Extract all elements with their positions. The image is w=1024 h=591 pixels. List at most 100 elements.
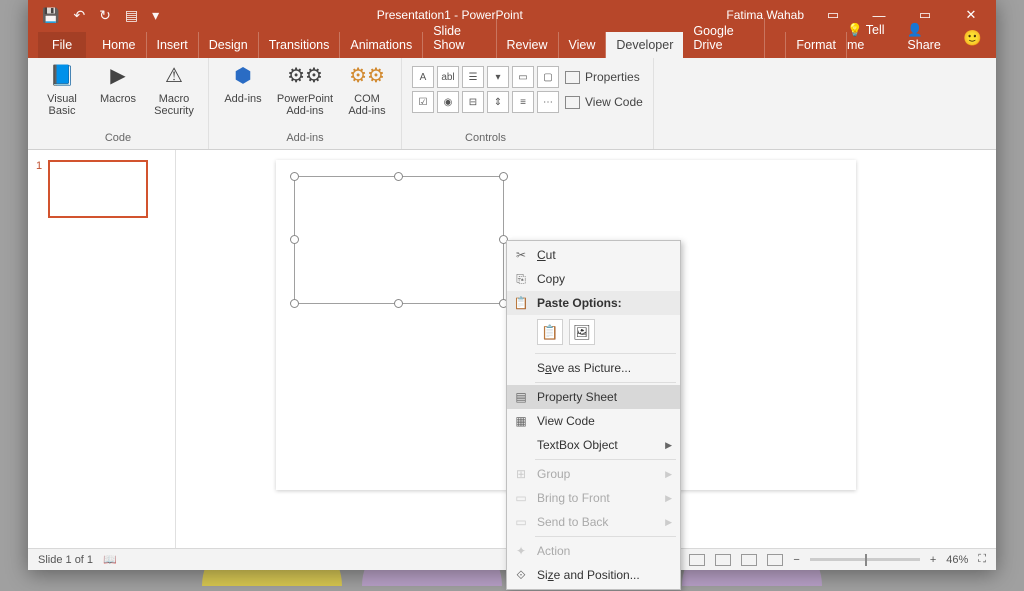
- slideshow-view-button[interactable]: [767, 554, 783, 566]
- ribbon: 📘Visual Basic ▶Macros ⚠Macro Security Co…: [28, 58, 996, 150]
- menu-copy[interactable]: ⎘Copy: [507, 267, 680, 291]
- reading-view-button[interactable]: [741, 554, 757, 566]
- tab-format[interactable]: Format: [785, 32, 847, 58]
- control-option[interactable]: ◉: [437, 91, 459, 113]
- view-code-button[interactable]: View Code: [565, 91, 643, 113]
- menu-property-sheet[interactable]: ▤Property Sheet: [507, 385, 680, 409]
- minimize-button[interactable]: —: [862, 8, 896, 23]
- resize-handle[interactable]: [290, 172, 299, 181]
- chevron-right-icon: ▶: [665, 469, 672, 480]
- tab-view[interactable]: View: [559, 32, 607, 58]
- menu-size-and-position[interactable]: ⟐Size and Position...: [507, 563, 680, 587]
- menu-textbox-object[interactable]: TextBox Object▶: [507, 433, 680, 457]
- zoom-slider[interactable]: [810, 558, 920, 561]
- control-more[interactable]: ⋯: [537, 91, 559, 113]
- tab-home[interactable]: Home: [92, 32, 146, 58]
- control-spin[interactable]: ⇕: [487, 91, 509, 113]
- control-toggle[interactable]: ⊟: [462, 91, 484, 113]
- zoom-level[interactable]: 46%: [946, 554, 968, 566]
- chevron-right-icon: ▶: [665, 493, 672, 504]
- macro-security-button[interactable]: ⚠Macro Security: [150, 62, 198, 117]
- gear-icon: ⚙⚙: [353, 62, 381, 90]
- feedback-icon[interactable]: 🙂: [963, 29, 982, 47]
- group-label-addins: Add-ins: [219, 132, 391, 147]
- normal-view-button[interactable]: [689, 554, 705, 566]
- undo-icon[interactable]: ↶: [73, 7, 85, 24]
- gear-icon: ⚙⚙: [291, 62, 319, 90]
- copy-icon: ⎘: [513, 271, 529, 287]
- tab-transitions[interactable]: Transitions: [259, 32, 341, 58]
- menu-action: ✦Action: [507, 539, 680, 563]
- properties-icon: ▤: [513, 389, 529, 405]
- group-controls: A abl ☰ ▾ ▭ ▢ ☑ ◉ ⊟ ⇕ ≡ ⋯ Controls Prope…: [402, 58, 654, 149]
- fit-to-window-button[interactable]: ⛶: [978, 553, 986, 566]
- tab-insert[interactable]: Insert: [147, 32, 199, 58]
- control-label[interactable]: A: [412, 66, 434, 88]
- group-addins: ⬢Add-ins ⚙⚙PowerPoint Add-ins ⚙⚙COM Add-…: [209, 58, 402, 149]
- tell-me[interactable]: 💡 Tell me: [847, 23, 891, 52]
- scissors-icon: ✂: [513, 247, 529, 263]
- slide-thumbnail[interactable]: [48, 160, 148, 218]
- addins-icon: ⬢: [229, 62, 257, 90]
- tab-google-drive[interactable]: Google Drive: [683, 18, 765, 58]
- menu-view-code[interactable]: ▦View Code: [507, 409, 680, 433]
- resize-handle[interactable]: [290, 235, 299, 244]
- paste-keep-formatting[interactable]: 📋: [537, 319, 563, 345]
- addins-button[interactable]: ⬢Add-ins: [219, 62, 267, 105]
- share-button[interactable]: 👤 Share: [907, 23, 947, 52]
- notes-icon[interactable]: 📖: [103, 553, 117, 566]
- menu-send-to-back: ▭Send to Back▶: [507, 510, 680, 534]
- resize-handle[interactable]: [394, 299, 403, 308]
- close-button[interactable]: ✕: [954, 7, 988, 23]
- control-textbox[interactable]: abl: [437, 66, 459, 88]
- save-icon[interactable]: 💾: [42, 7, 59, 24]
- size-icon: ⟐: [513, 567, 529, 583]
- bring-front-icon: ▭: [513, 490, 529, 506]
- tab-developer[interactable]: Developer: [606, 32, 683, 58]
- tab-review[interactable]: Review: [497, 32, 559, 58]
- macros-button[interactable]: ▶Macros: [94, 62, 142, 105]
- menu-cut[interactable]: ✂Cut: [507, 243, 680, 267]
- com-addins-button[interactable]: ⚙⚙COM Add-ins: [343, 62, 391, 117]
- qat-customize-icon[interactable]: ▾: [152, 7, 159, 24]
- resize-handle[interactable]: [499, 172, 508, 181]
- visual-basic-button[interactable]: 📘Visual Basic: [38, 62, 86, 117]
- selected-textbox[interactable]: [294, 176, 504, 304]
- tab-file[interactable]: File: [38, 32, 86, 58]
- control-checkbox[interactable]: ☑: [412, 91, 434, 113]
- control-scroll[interactable]: ≡: [512, 91, 534, 113]
- tab-animations[interactable]: Animations: [340, 32, 423, 58]
- resize-handle[interactable]: [290, 299, 299, 308]
- properties-button[interactable]: Properties: [565, 66, 643, 88]
- controls-grid: A abl ☰ ▾ ▭ ▢ ☑ ◉ ⊟ ⇕ ≡ ⋯: [412, 66, 559, 113]
- control-frame[interactable]: ▢: [537, 66, 559, 88]
- menu-group: ⊞Group▶: [507, 462, 680, 486]
- slide-counter: Slide 1 of 1: [38, 554, 93, 566]
- control-listbox[interactable]: ☰: [462, 66, 484, 88]
- group-label-controls: Controls: [412, 126, 559, 147]
- paste-options: 📋 🖼: [507, 315, 680, 351]
- sorter-view-button[interactable]: [715, 554, 731, 566]
- resize-handle[interactable]: [394, 172, 403, 181]
- tab-design[interactable]: Design: [199, 32, 259, 58]
- control-image[interactable]: ▭: [512, 66, 534, 88]
- maximize-button[interactable]: ▭: [908, 7, 942, 23]
- ribbon-display-icon[interactable]: ▭: [816, 7, 850, 23]
- ribbon-tabs: File Home Insert Design Transitions Anim…: [28, 30, 996, 58]
- code-icon: [565, 96, 580, 109]
- redo-icon[interactable]: ↻: [99, 7, 111, 24]
- thumbnail-pane[interactable]: 1: [28, 150, 176, 548]
- context-menu: ✂Cut ⎘Copy 📋Paste Options: 📋 🖼 Save as P…: [506, 240, 681, 590]
- tab-slideshow[interactable]: Slide Show: [423, 18, 496, 58]
- zoom-out-button[interactable]: −: [793, 554, 799, 566]
- group-code: 📘Visual Basic ▶Macros ⚠Macro Security Co…: [28, 58, 209, 149]
- zoom-in-button[interactable]: +: [930, 554, 936, 566]
- action-icon: ✦: [513, 543, 529, 559]
- powerpoint-addins-button[interactable]: ⚙⚙PowerPoint Add-ins: [275, 62, 335, 117]
- paste-picture[interactable]: 🖼: [569, 319, 595, 345]
- start-from-beginning-icon[interactable]: ▤: [125, 7, 138, 24]
- menu-paste-options-header: 📋Paste Options:: [507, 291, 680, 315]
- menu-save-as-picture[interactable]: Save as Picture...: [507, 356, 680, 380]
- group-icon: ⊞: [513, 466, 529, 482]
- control-combobox[interactable]: ▾: [487, 66, 509, 88]
